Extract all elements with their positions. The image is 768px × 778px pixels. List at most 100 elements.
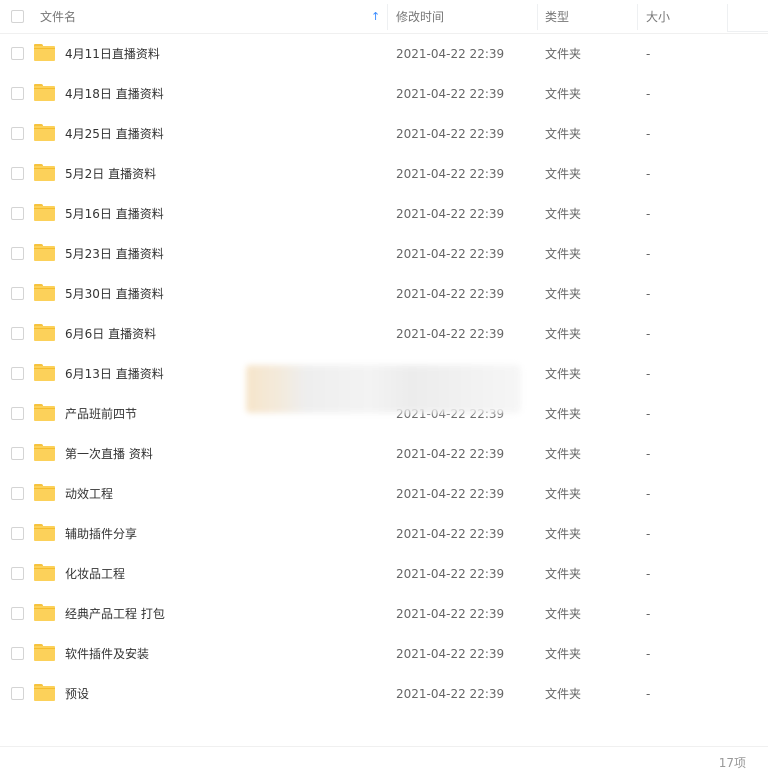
file-type: 文件夹 [545, 287, 582, 301]
file-name[interactable]: 4月18日 直播资料 [65, 74, 164, 114]
row-checkbox[interactable] [11, 567, 24, 580]
file-size: - [646, 607, 651, 621]
status-bar: 17项 [0, 746, 768, 778]
modified-time: 2021-04-22 22:39 [396, 87, 505, 101]
file-size: - [646, 287, 651, 301]
file-row[interactable]: 5月30日 直播资料 2021-04-22 22:39 文件夹 - [0, 274, 768, 314]
file-type: 文件夹 [545, 127, 582, 141]
row-checkbox[interactable] [11, 447, 24, 460]
row-checkbox[interactable] [11, 487, 24, 500]
file-type: 文件夹 [545, 447, 582, 461]
file-name[interactable]: 5月16日 直播资料 [65, 194, 164, 234]
file-size: - [646, 247, 651, 261]
file-type: 文件夹 [545, 247, 582, 261]
file-type: 文件夹 [545, 687, 582, 701]
file-size: - [646, 87, 651, 101]
row-checkbox[interactable] [11, 287, 24, 300]
row-checkbox[interactable] [11, 247, 24, 260]
file-row[interactable]: 4月11日直播资料 2021-04-22 22:39 文件夹 - [0, 34, 768, 74]
file-name[interactable]: 6月6日 直播资料 [65, 314, 156, 354]
file-type: 文件夹 [545, 207, 582, 221]
row-checkbox[interactable] [11, 87, 24, 100]
file-row[interactable]: 5月16日 直播资料 2021-04-22 22:39 文件夹 - [0, 194, 768, 234]
folder-icon [34, 204, 55, 221]
row-checkbox[interactable] [11, 527, 24, 540]
modified-time: 2021-04-22 22:39 [396, 527, 505, 541]
file-row[interactable]: 软件插件及安装 2021-04-22 22:39 文件夹 - [0, 634, 768, 674]
file-size: - [646, 527, 651, 541]
column-header-type[interactable]: 类型 [545, 0, 569, 34]
file-row[interactable]: 6月6日 直播资料 2021-04-22 22:39 文件夹 - [0, 314, 768, 354]
file-row[interactable]: 4月25日 直播资料 2021-04-22 22:39 文件夹 - [0, 114, 768, 154]
column-divider[interactable] [637, 4, 638, 30]
file-name[interactable]: 动效工程 [65, 474, 113, 514]
sort-ascending-icon[interactable]: ↑ [371, 0, 380, 34]
modified-time: 2021-04-22 22:39 [396, 127, 505, 141]
file-name[interactable]: 经典产品工程 打包 [65, 594, 165, 634]
folder-icon [34, 84, 55, 101]
folder-icon [34, 484, 55, 501]
file-row[interactable]: 辅助插件分享 2021-04-22 22:39 文件夹 - [0, 514, 768, 554]
file-row[interactable]: 5月2日 直播资料 2021-04-22 22:39 文件夹 - [0, 154, 768, 194]
file-name[interactable]: 5月23日 直播资料 [65, 234, 164, 274]
file-type: 文件夹 [545, 87, 582, 101]
row-checkbox[interactable] [11, 207, 24, 220]
folder-icon [34, 564, 55, 581]
file-name[interactable]: 辅助插件分享 [65, 514, 137, 554]
row-checkbox[interactable] [11, 367, 24, 380]
file-name[interactable]: 软件插件及安装 [65, 634, 149, 674]
file-type: 文件夹 [545, 487, 582, 501]
row-checkbox[interactable] [11, 167, 24, 180]
file-name[interactable]: 4月25日 直播资料 [65, 114, 164, 154]
folder-icon [34, 284, 55, 301]
row-checkbox[interactable] [11, 407, 24, 420]
modified-time: 2021-04-22 22:39 [396, 247, 505, 261]
column-divider[interactable] [387, 4, 388, 30]
file-name[interactable]: 化妆品工程 [65, 554, 125, 594]
file-row[interactable]: 动效工程 2021-04-22 22:39 文件夹 - [0, 474, 768, 514]
modified-time: 2021-04-22 22:39 [396, 207, 505, 221]
row-checkbox[interactable] [11, 327, 24, 340]
modified-time: 2021-04-22 22:39 [396, 487, 505, 501]
row-checkbox[interactable] [11, 647, 24, 660]
file-size: - [646, 567, 651, 581]
file-type: 文件夹 [545, 47, 582, 61]
file-name[interactable]: 第一次直播 资料 [65, 434, 153, 474]
file-size: - [646, 687, 651, 701]
modified-time: 2021-04-22 22:39 [396, 287, 505, 301]
row-checkbox[interactable] [11, 47, 24, 60]
row-checkbox[interactable] [11, 687, 24, 700]
file-type: 文件夹 [545, 607, 582, 621]
file-size: - [646, 487, 651, 501]
modified-time: 2021-04-22 22:39 [396, 327, 505, 341]
file-name[interactable]: 4月11日直播资料 [65, 34, 160, 74]
file-row[interactable]: 经典产品工程 打包 2021-04-22 22:39 文件夹 - [0, 594, 768, 634]
column-divider[interactable] [537, 4, 538, 30]
file-size: - [646, 447, 651, 461]
file-row[interactable]: 预设 2021-04-22 22:39 文件夹 - [0, 674, 768, 714]
file-size: - [646, 407, 651, 421]
row-checkbox[interactable] [11, 607, 24, 620]
folder-icon [34, 604, 55, 621]
file-size: - [646, 647, 651, 661]
column-header-modified[interactable]: 修改时间 [396, 0, 444, 34]
file-name[interactable]: 6月13日 直播资料 [65, 354, 164, 394]
file-type: 文件夹 [545, 567, 582, 581]
folder-icon [34, 164, 55, 181]
file-row[interactable]: 化妆品工程 2021-04-22 22:39 文件夹 - [0, 554, 768, 594]
file-size: - [646, 167, 651, 181]
row-checkbox[interactable] [11, 127, 24, 140]
file-name[interactable]: 5月2日 直播资料 [65, 154, 156, 194]
file-name[interactable]: 5月30日 直播资料 [65, 274, 164, 314]
folder-icon [34, 44, 55, 61]
file-row[interactable]: 第一次直播 资料 2021-04-22 22:39 文件夹 - [0, 434, 768, 474]
column-header-name[interactable]: 文件名 [40, 0, 76, 34]
file-size: - [646, 367, 651, 381]
file-type: 文件夹 [545, 527, 582, 541]
file-name[interactable]: 预设 [65, 674, 89, 714]
file-row[interactable]: 5月23日 直播资料 2021-04-22 22:39 文件夹 - [0, 234, 768, 274]
select-all-checkbox[interactable] [11, 10, 24, 23]
column-header-size[interactable]: 大小 [646, 0, 670, 34]
file-name[interactable]: 产品班前四节 [65, 394, 137, 434]
file-row[interactable]: 4月18日 直播资料 2021-04-22 22:39 文件夹 - [0, 74, 768, 114]
